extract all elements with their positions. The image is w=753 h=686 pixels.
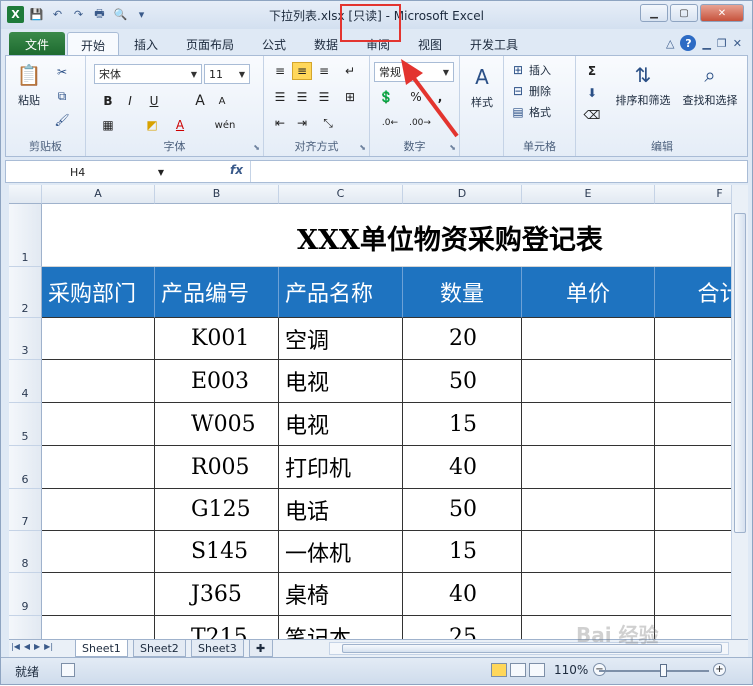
watermark: Bai 经验 [576,623,659,647]
excel-window: X 💾 ↶ ↷ 🖶 🔍 ▾ 下拉列表.xlsx [只读] - Microsoft… [0,0,753,685]
annotation-arrow [401,59,459,138]
